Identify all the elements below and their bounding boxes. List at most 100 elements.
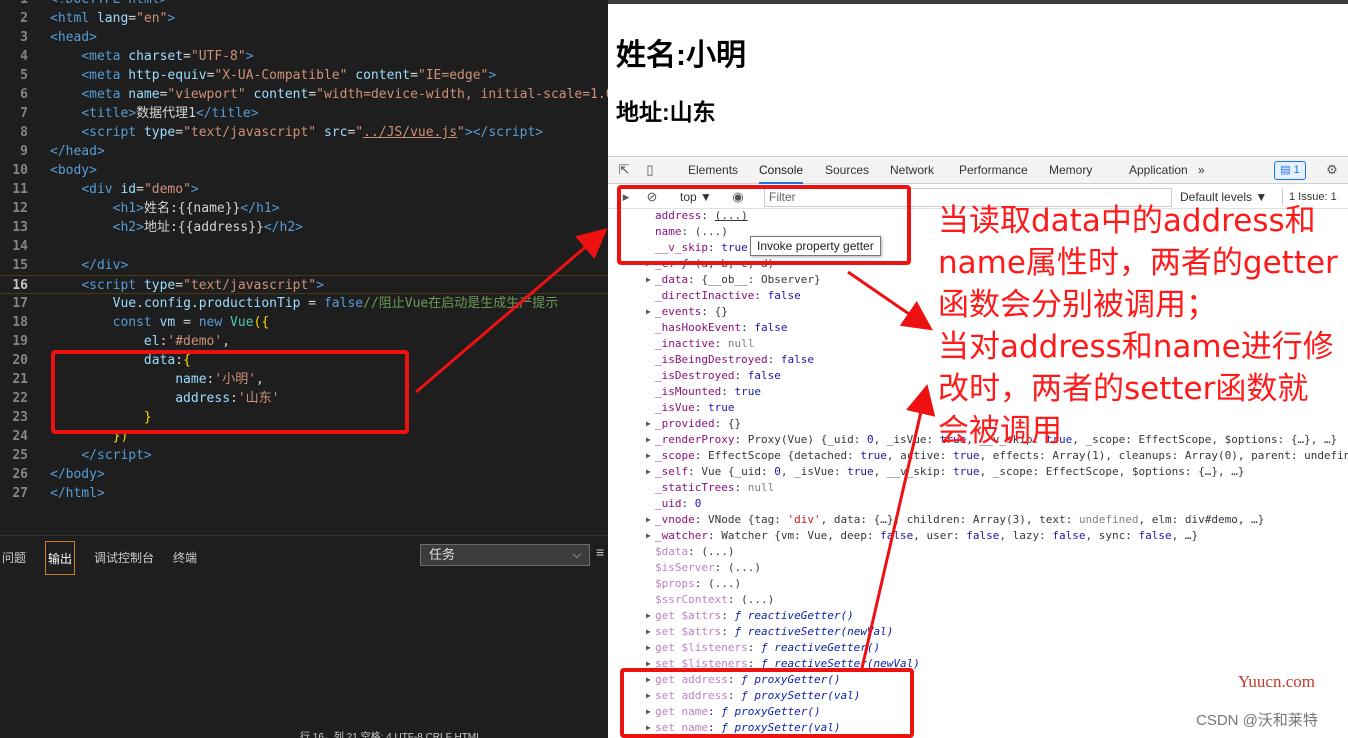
code-line[interactable]: 17 Vue.config.productionTip = false//阻止V… [0,294,608,313]
console-property-row[interactable]: _staticTrees: null [608,480,1348,496]
tab-network[interactable]: Network [890,157,934,184]
console-property-row[interactable]: _inactive: null [608,336,1348,352]
code-line[interactable]: 18 const vm = new Vue({ [0,313,608,332]
code-line[interactable]: 22 address:'山东' [0,389,608,408]
console-property-row[interactable]: _isDestroyed: false [608,368,1348,384]
tab-problems[interactable]: 问题 [2,541,26,575]
code-line[interactable]: 20 data:{ [0,351,608,370]
console-output[interactable]: address: (...) name: (...) __v_skip: true ▶… [608,208,1348,736]
console-property-row[interactable]: ▶ _provided: {} [608,416,1348,432]
code-line[interactable]: 4 <meta charset="UTF-8"> [0,47,608,66]
code-line[interactable]: 24 }) [0,427,608,446]
expand-triangle-icon[interactable]: ▶ [646,272,651,288]
console-property-row[interactable]: ▶ _renderProxy: Proxy(Vue) {_uid: 0, _isV… [608,432,1348,448]
console-property-row[interactable]: _isVue: true [608,400,1348,416]
console-property-row[interactable]: _isMounted: true [608,384,1348,400]
console-property-row[interactable]: name: (...) [608,224,1348,240]
code-line[interactable]: 5 <meta http-equiv="X-UA-Compatible" con… [0,66,608,85]
tab-output[interactable]: 输出 [45,541,76,575]
tab-terminal[interactable]: 终端 [173,541,197,575]
console-property-row[interactable]: address: (...) [608,208,1348,224]
gear-icon[interactable]: ⚙ [1324,162,1340,178]
expand-triangle-icon[interactable]: ▶ [646,304,651,320]
code-line[interactable]: 19 el:'#demo', [0,332,608,351]
tab-performance[interactable]: Performance [959,157,1028,184]
code-line[interactable]: 21 name:'小明', [0,370,608,389]
code-line[interactable]: 2 <html lang="en"> [0,9,608,28]
panel-menu-icon[interactable]: ≡ [596,544,604,560]
code-line[interactable]: 12 <h1>姓名:{{name}}</h1> [0,199,608,218]
console-property-row[interactable]: ▶ _scope: EffectScope {detached: true, ac… [608,448,1348,464]
code-line[interactable]: 3 <head> [0,28,608,47]
code-line[interactable]: 7 <title>数据代理1</title> [0,104,608,123]
code-line[interactable]: 15 </div> [0,256,608,275]
expand-triangle-icon[interactable]: ▶ [646,608,651,624]
console-property-row[interactable]: ▶ set address: ƒ proxySetter(val) [608,688,1348,704]
expand-triangle-icon[interactable]: ▶ [646,528,651,544]
console-property-row[interactable]: ▶ get address: ƒ proxyGetter() [608,672,1348,688]
context-selector[interactable]: top ▼ [680,185,712,209]
code-line[interactable]: 11 <div id="demo"> [0,180,608,199]
console-property-row[interactable]: ▶ _c: ƒ (a, b, c, d) [608,256,1348,272]
inspect-element-icon[interactable]: ⇱ [616,162,632,178]
code-line[interactable]: 8 <script type="text/javascript" src="..… [0,123,608,142]
code-line[interactable]: 26 </body> [0,465,608,484]
tab-application[interactable]: Application [1129,157,1188,184]
console-property-row[interactable]: __v_skip: true [608,240,1348,256]
expand-triangle-icon[interactable]: ▶ [646,656,651,672]
console-property-row[interactable]: ▶ _watcher: Watcher {vm: Vue, deep: false… [608,528,1348,544]
console-property-row[interactable]: ▶ set $attrs: ƒ reactiveSetter(newVal) [608,624,1348,640]
tab-memory[interactable]: Memory [1049,157,1092,184]
console-property-row[interactable]: ▶ _vnode: VNode {tag: 'div', data: {…}, c… [608,512,1348,528]
console-property-row[interactable]: $ssrContext: (...) [608,592,1348,608]
console-property-row[interactable]: ▶ _self: Vue {_uid: 0, _isVue: true, __v_… [608,464,1348,480]
tab-sources[interactable]: Sources [825,157,869,184]
code-lines[interactable]: 1 <!DOCTYPE html> 2 <html lang="en"> 3 <head>… [0,0,608,503]
code-line[interactable]: 14 [0,237,608,256]
expand-triangle-icon[interactable]: ▶ [646,624,651,640]
expand-triangle-icon[interactable]: ▶ [646,512,651,528]
task-select[interactable]: 任务 ⌵ [420,544,590,566]
console-property-row[interactable]: ▶ get $attrs: ƒ reactiveGetter() [608,608,1348,624]
code-editor[interactable]: 1 <!DOCTYPE html> 2 <html lang="en"> 3 <head>… [0,0,608,738]
console-property-row[interactable]: $data: (...) [608,544,1348,560]
code-line[interactable]: 10 <body> [0,161,608,180]
tab-elements[interactable]: Elements [688,157,738,184]
console-property-row[interactable]: ▶ set name: ƒ proxySetter(val) [608,720,1348,736]
expand-triangle-icon[interactable]: ▶ [646,720,651,736]
code-line[interactable]: 13 <h2>地址:{{address}}</h2> [0,218,608,237]
code-line[interactable]: 9 </head> [0,142,608,161]
console-property-row[interactable]: $props: (...) [608,576,1348,592]
sidebar-toggle-icon[interactable]: ▸ [618,189,634,205]
code-line[interactable]: 6 <meta name="viewport" content="width=d… [0,85,608,104]
more-tabs-icon[interactable]: » [1198,157,1205,184]
code-line[interactable]: 1 <!DOCTYPE html> [0,0,608,9]
log-levels-dropdown[interactable]: Default levels ▼ [1180,185,1267,209]
expand-triangle-icon[interactable]: ▶ [646,464,651,480]
console-property-row[interactable]: ▶ get name: ƒ proxyGetter() [608,704,1348,720]
console-property-row[interactable]: $isServer: (...) [608,560,1348,576]
expand-triangle-icon[interactable]: ▶ [646,256,651,272]
clear-console-icon[interactable]: ⊘ [644,189,660,205]
filter-input[interactable]: Filter [764,188,1172,207]
expand-triangle-icon[interactable]: ▶ [646,704,651,720]
code-line[interactable]: 27 </html> [0,484,608,503]
code-line[interactable]: 23 } [0,408,608,427]
console-property-row[interactable]: ▶ _events: {} [608,304,1348,320]
console-property-row[interactable]: ▶ get $listeners: ƒ reactiveGetter() [608,640,1348,656]
code-line[interactable]: 16 <script type="text/javascript"> [0,275,608,294]
console-property-row[interactable]: ▶ set $listeners: ƒ reactiveSetter(newVal… [608,656,1348,672]
console-property-row[interactable]: _isBeingDestroyed: false [608,352,1348,368]
tab-debug-console[interactable]: 调试控制台 [94,541,154,575]
code-line[interactable]: 25 </script> [0,446,608,465]
expand-triangle-icon[interactable]: ▶ [646,416,651,432]
console-property-row[interactable]: _hasHookEvent: false [608,320,1348,336]
expand-triangle-icon[interactable]: ▶ [646,640,651,656]
eye-icon[interactable]: ◉ [730,189,746,205]
expand-triangle-icon[interactable]: ▶ [646,688,651,704]
console-property-row[interactable]: _uid: 0 [608,496,1348,512]
console-property-row[interactable]: _directInactive: false [608,288,1348,304]
expand-triangle-icon[interactable]: ▶ [646,672,651,688]
device-toolbar-icon[interactable]: ▯ [642,162,658,178]
tab-console[interactable]: Console [759,157,804,184]
